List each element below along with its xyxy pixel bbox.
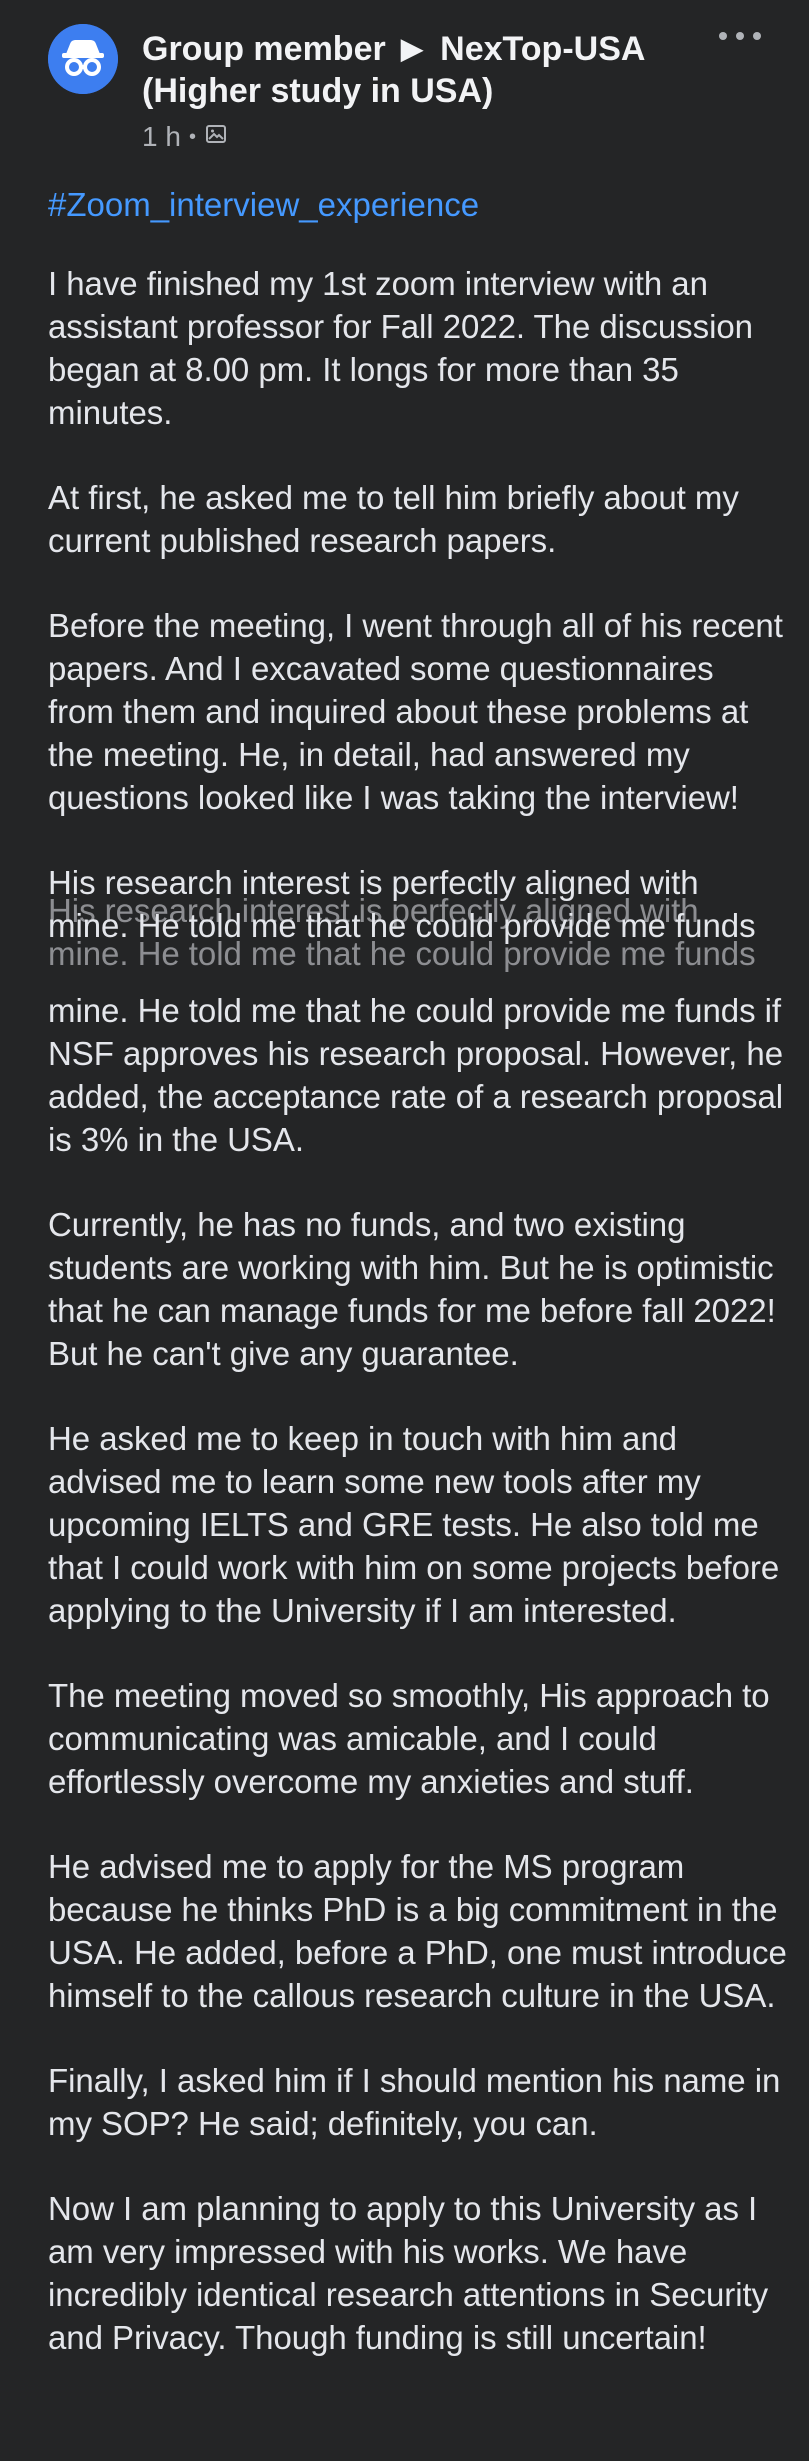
post-paragraph: Before the meeting, I went through all o… bbox=[48, 607, 783, 816]
separator-dot-icon: • bbox=[188, 126, 196, 148]
post-title: Group member ▶ NexTop-USA (Higher study … bbox=[142, 28, 742, 112]
post-paragraph: Now I am planning to apply to this Unive… bbox=[48, 2190, 769, 2356]
post-paragraph: I have finished my 1st zoom interview wi… bbox=[48, 265, 753, 431]
post-time[interactable]: 1 h bbox=[142, 120, 181, 154]
post-card: Group member ▶ NexTop-USA (Higher study … bbox=[0, 0, 809, 2461]
post-paragraph: mine. He told me that he could provide m… bbox=[48, 992, 784, 1158]
gallery-icon bbox=[204, 120, 228, 154]
author-name[interactable]: Group member bbox=[142, 30, 386, 68]
more-dot-3-icon bbox=[753, 32, 761, 40]
post-paragraph: The meeting moved so smoothly, His appro… bbox=[48, 1677, 770, 1800]
anonymous-member-icon[interactable] bbox=[48, 24, 118, 94]
more-options-icon[interactable] bbox=[719, 24, 761, 48]
post-paragraph: He asked me to keep in touch with him an… bbox=[48, 1420, 780, 1629]
post-header: Group member ▶ NexTop-USA (Higher study … bbox=[24, 0, 785, 180]
post-meta: 1 h • bbox=[142, 120, 742, 154]
more-dot-1-icon bbox=[719, 32, 727, 40]
post-paragraph: Finally, I asked him if I should mention… bbox=[48, 2062, 781, 2142]
post-paragraph: He advised me to apply for the MS progra… bbox=[48, 1848, 787, 2014]
post-paragraph: Currently, he has no funds, and two exis… bbox=[48, 1206, 776, 1372]
post-content: I have finished my 1st zoom interview wi… bbox=[48, 262, 788, 2359]
post-paragraph: His research interest is perfectly align… bbox=[48, 861, 788, 975]
post-paragraph: At first, he asked me to tell him briefl… bbox=[48, 479, 739, 559]
post-title-block: Group member ▶ NexTop-USA (Higher study … bbox=[142, 28, 742, 154]
right-arrow-icon: ▶ bbox=[401, 33, 423, 64]
more-dot-2-icon bbox=[736, 32, 744, 40]
hashtag-link[interactable]: #Zoom_interview_experience bbox=[48, 184, 479, 226]
